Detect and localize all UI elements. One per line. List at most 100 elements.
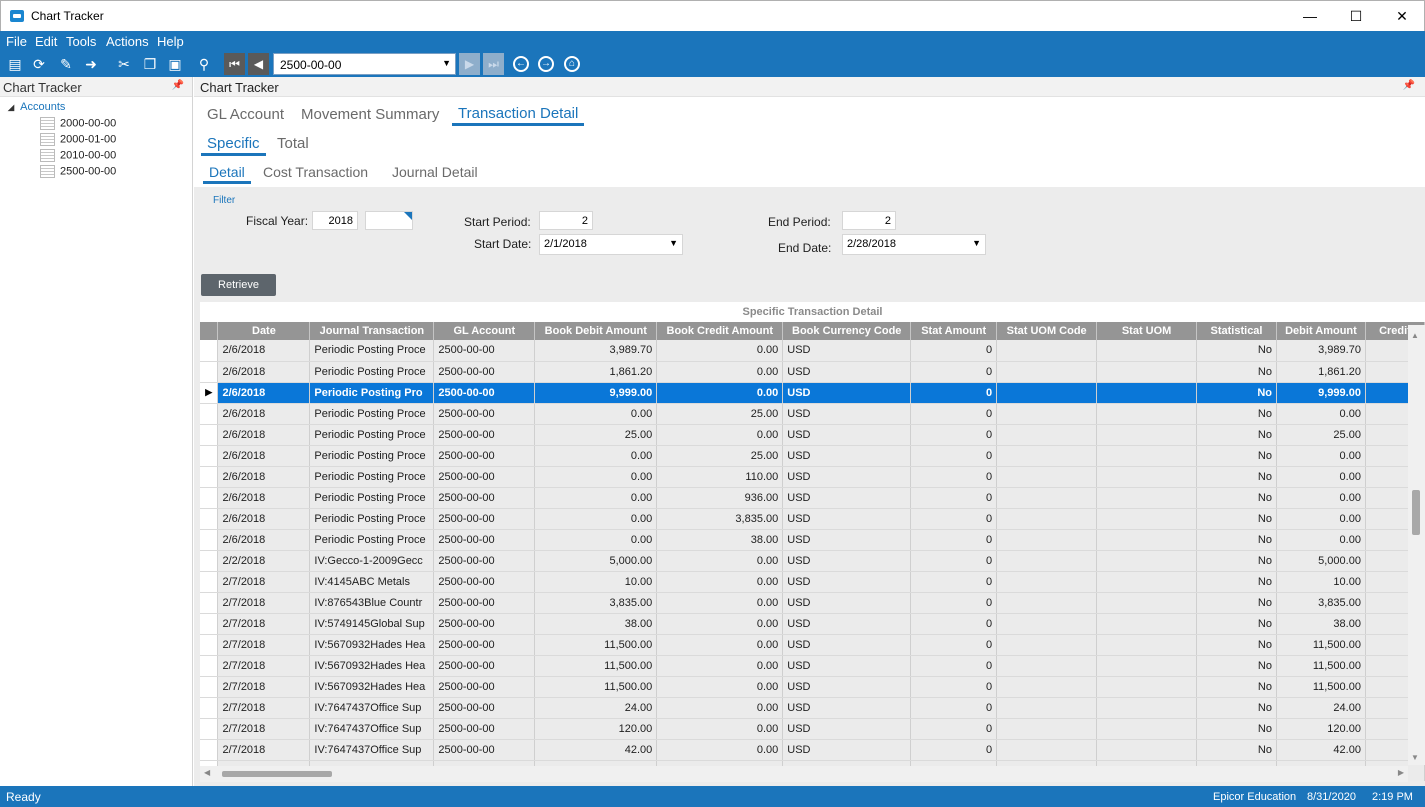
table-cell[interactable]: 3,989.70	[1276, 340, 1366, 362]
table-cell[interactable]: No	[1196, 571, 1277, 593]
table-cell[interactable]	[996, 739, 1098, 761]
table-cell[interactable]: 0.00	[534, 466, 658, 488]
table-cell[interactable]: USD	[782, 445, 912, 467]
table-cell[interactable]: Periodic Posting Proce	[309, 445, 435, 467]
table-cell[interactable]: No	[1196, 529, 1277, 551]
table-cell[interactable]: 1,861.20	[1276, 361, 1366, 383]
table-cell[interactable]: 2/6/2018	[217, 508, 311, 530]
row-selector[interactable]	[200, 613, 219, 635]
table-row[interactable]: 2/7/2018 IV:5670932Hades Hea 2500-00-00 11,…	[200, 634, 1425, 656]
table-cell[interactable]: 0.00	[656, 592, 784, 614]
table-cell[interactable]: IV:876543Blue Countr	[309, 592, 435, 614]
table-cell[interactable]: 2/6/2018	[217, 382, 311, 404]
table-cell[interactable]: 0.00	[656, 361, 784, 383]
table-cell[interactable]: IV:5670932Hades Hea	[309, 655, 435, 677]
table-cell[interactable]: No	[1196, 508, 1277, 530]
fiscal-year-suffix-field[interactable]	[365, 211, 413, 230]
table-cell[interactable]: 0	[910, 445, 998, 467]
table-cell[interactable]: 2/7/2018	[217, 739, 311, 761]
table-cell[interactable]: 120.00	[1276, 718, 1366, 740]
table-cell[interactable]: USD	[782, 739, 912, 761]
table-cell[interactable]: 10.00	[534, 571, 658, 593]
table-cell[interactable]	[996, 571, 1098, 593]
table-cell[interactable]: 3,989.70	[534, 340, 658, 362]
table-cell[interactable]	[996, 634, 1098, 656]
maximize-button[interactable]: ☐	[1333, 1, 1379, 31]
table-cell[interactable]	[1096, 340, 1198, 362]
table-cell[interactable]: 24.00	[534, 697, 658, 719]
table-cell[interactable]: 2500-00-00	[433, 718, 536, 740]
table-cell[interactable]: 0.00	[1276, 403, 1366, 425]
table-row[interactable]: 2/7/2018 IV:7647437Office Sup 2500-00-00 24…	[200, 697, 1425, 719]
table-row[interactable]: 2/7/2018 IV:4145ABC Metals 2500-00-00 10.00…	[200, 571, 1425, 593]
menu-tools[interactable]: Tools	[66, 34, 96, 49]
table-cell[interactable]: 0.00	[1276, 487, 1366, 509]
forward-icon[interactable]: ➜	[81, 55, 101, 73]
tree-root-accounts[interactable]: ◢ Accounts	[8, 101, 65, 113]
column-header[interactable]: Book Credit Amount	[656, 322, 784, 340]
table-cell[interactable]: USD	[782, 466, 912, 488]
table-cell[interactable]: USD	[782, 424, 912, 446]
table-cell[interactable]: No	[1196, 739, 1277, 761]
table-cell[interactable]: No	[1196, 613, 1277, 635]
table-cell[interactable]	[1096, 655, 1198, 677]
table-cell[interactable]: 0.00	[656, 571, 784, 593]
table-cell[interactable]: 2/6/2018	[217, 487, 311, 509]
table-cell[interactable]: 0	[910, 550, 998, 572]
table-cell[interactable]: 0.00	[534, 508, 658, 530]
table-cell[interactable]	[996, 340, 1098, 362]
table-cell[interactable]: 2/7/2018	[217, 634, 311, 656]
table-cell[interactable]: 0.00	[656, 382, 784, 404]
table-cell[interactable]: No	[1196, 487, 1277, 509]
table-cell[interactable]: 25.00	[1276, 424, 1366, 446]
table-row[interactable]: 2/7/2018 IV:5670932Hades Hea 2500-00-00 11,…	[200, 676, 1425, 698]
table-row[interactable]: 2/6/2018 Periodic Posting Proce 2500-00-00…	[200, 487, 1425, 509]
table-cell[interactable]	[1096, 676, 1198, 698]
row-selector[interactable]	[200, 571, 219, 593]
column-header[interactable]: Stat UOM	[1096, 322, 1198, 340]
table-cell[interactable]	[996, 403, 1098, 425]
table-cell[interactable]: 0.00	[656, 697, 784, 719]
row-selector[interactable]	[200, 739, 219, 761]
table-cell[interactable]: 2/6/2018	[217, 340, 311, 362]
column-header[interactable]: Book Debit Amount	[534, 322, 658, 340]
table-cell[interactable]: 0	[910, 655, 998, 677]
save-icon[interactable]: ▤	[5, 55, 25, 73]
fiscal-year-field[interactable]: 2018	[312, 211, 358, 230]
table-cell[interactable]: No	[1196, 655, 1277, 677]
table-cell[interactable]: USD	[782, 592, 912, 614]
retrieve-button[interactable]: Retrieve	[201, 274, 276, 296]
table-cell[interactable]	[1096, 424, 1198, 446]
row-selector[interactable]	[200, 676, 219, 698]
table-cell[interactable]: 0	[910, 613, 998, 635]
table-cell[interactable]: No	[1196, 382, 1277, 404]
table-row[interactable]: 2/6/2018 Periodic Posting Proce 2500-00-00…	[200, 403, 1425, 425]
close-button[interactable]: ✕	[1379, 1, 1425, 31]
table-cell[interactable]: 0	[910, 739, 998, 761]
row-selector[interactable]	[200, 340, 219, 362]
table-cell[interactable]: USD	[782, 571, 912, 593]
column-header[interactable]: Statistical	[1196, 322, 1277, 340]
table-cell[interactable]: 2500-00-00	[433, 466, 536, 488]
table-cell[interactable]: 0	[910, 718, 998, 740]
table-cell[interactable]: 0.00	[656, 718, 784, 740]
table-cell[interactable]: No	[1196, 550, 1277, 572]
table-cell[interactable]: USD	[782, 529, 912, 551]
table-cell[interactable]: 2500-00-00	[433, 340, 536, 362]
table-cell[interactable]: No	[1196, 340, 1277, 362]
end-date-picker[interactable]: 2/28/2018 ▼	[842, 234, 986, 255]
table-cell[interactable]: 3,835.00	[656, 508, 784, 530]
column-header[interactable]: Journal Transaction	[309, 322, 435, 340]
table-cell[interactable]: No	[1196, 634, 1277, 656]
tree-item[interactable]: 2010-00-00	[40, 149, 116, 162]
column-header[interactable]: GL Account	[433, 322, 536, 340]
table-cell[interactable]: USD	[782, 718, 912, 740]
table-cell[interactable]: No	[1196, 424, 1277, 446]
table-cell[interactable]	[996, 361, 1098, 383]
tab-journal-detail[interactable]: Journal Detail	[392, 164, 478, 180]
table-cell[interactable]	[996, 592, 1098, 614]
table-cell[interactable]: 2/7/2018	[217, 592, 311, 614]
table-cell[interactable]: 2500-00-00	[433, 550, 536, 572]
column-header[interactable]: Stat Amount	[910, 322, 998, 340]
table-cell[interactable]: 11,500.00	[1276, 676, 1366, 698]
